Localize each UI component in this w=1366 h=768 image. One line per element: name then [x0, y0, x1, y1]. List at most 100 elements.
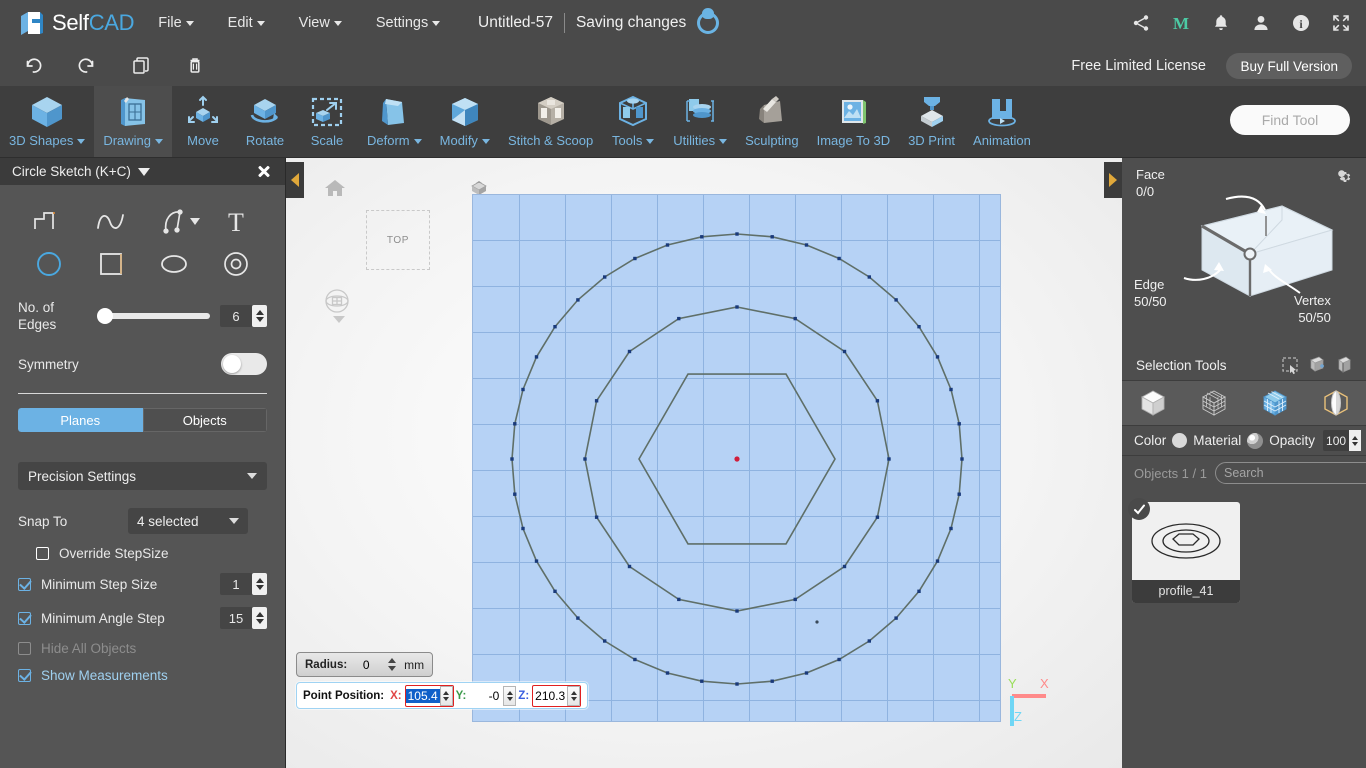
- redo-button[interactable]: [72, 51, 102, 81]
- point-position-y-spinner[interactable]: [503, 685, 517, 706]
- find-tool-search[interactable]: [1230, 105, 1350, 135]
- ribbon-item-3d-shapes[interactable]: 3D Shapes: [0, 86, 94, 157]
- 3d-viewport[interactable]: TOP Radius: 0 mm Point Position: X: 105.…: [286, 158, 1122, 768]
- no-of-edges-slider[interactable]: [97, 308, 210, 324]
- tab-objects[interactable]: Objects: [142, 408, 267, 432]
- copy-button[interactable]: [126, 51, 156, 81]
- undo-button[interactable]: [18, 51, 48, 81]
- minimum-angle-step-input[interactable]: [220, 610, 252, 626]
- point-position-y-field[interactable]: [469, 685, 517, 706]
- ring-sketch-tool[interactable]: [205, 243, 267, 285]
- minimum-angle-step-spinner[interactable]: [252, 607, 267, 629]
- point-position-x-spinner[interactable]: [439, 685, 453, 706]
- precision-settings-dropdown[interactable]: Precision Settings: [18, 462, 267, 490]
- vertex-mode-icon[interactable]: [1193, 383, 1235, 423]
- ribbon-item-utilities[interactable]: Utilities: [664, 86, 736, 157]
- object-card[interactable]: profile_41: [1128, 498, 1240, 603]
- minimum-step-size-spinner[interactable]: [252, 573, 267, 595]
- chevron-down-icon[interactable]: [333, 316, 345, 323]
- user-account-icon[interactable]: [1250, 12, 1272, 34]
- ribbon-item-modify[interactable]: Modify: [431, 86, 499, 157]
- point-position-box[interactable]: Point Position: X: Y: Z:: [296, 682, 589, 709]
- collapse-right-panel-button[interactable]: [1104, 162, 1122, 198]
- freehand-sketch-tool[interactable]: [143, 201, 205, 243]
- slider-knob[interactable]: [97, 308, 113, 324]
- no-of-edges-stepper[interactable]: [220, 305, 267, 327]
- point-position-z-input[interactable]: [533, 688, 568, 703]
- symmetry-toggle[interactable]: [221, 353, 267, 375]
- ribbon-item-tools[interactable]: Tools: [602, 86, 664, 157]
- collapse-left-panel-button[interactable]: [286, 162, 304, 198]
- minimum-step-size-input[interactable]: [220, 576, 252, 592]
- ribbon-item-deform[interactable]: Deform: [358, 86, 431, 157]
- home-view-icon[interactable]: [324, 178, 346, 203]
- document-title[interactable]: Untitled-57: [478, 14, 553, 32]
- circle-sketch-tool[interactable]: [18, 243, 80, 285]
- point-position-y-input[interactable]: [469, 688, 504, 703]
- manifold-m-icon[interactable]: M: [1170, 12, 1192, 34]
- snap-to-select[interactable]: 4 selected: [128, 508, 248, 534]
- ribbon-item-drawing[interactable]: Drawing: [94, 86, 173, 157]
- polyline-sketch-tool[interactable]: [18, 201, 80, 243]
- minimum-angle-step-checkbox[interactable]: [18, 611, 31, 625]
- opacity-stepper[interactable]: [1323, 430, 1362, 451]
- tab-planes[interactable]: Planes: [18, 408, 143, 432]
- buy-full-version-button[interactable]: Buy Full Version: [1226, 53, 1352, 79]
- text-sketch-tool[interactable]: T: [205, 201, 267, 243]
- info-icon[interactable]: i: [1290, 12, 1312, 34]
- no-of-edges-input[interactable]: [220, 308, 252, 324]
- ribbon-item-scale[interactable]: Scale: [296, 86, 358, 157]
- point-position-x-input[interactable]: [405, 688, 440, 703]
- notifications-bell-icon[interactable]: [1210, 12, 1232, 34]
- ribbon-item-3d-print[interactable]: 3D Print: [899, 86, 964, 157]
- spline-sketch-tool[interactable]: [80, 201, 142, 243]
- face-mode-icon[interactable]: [1254, 383, 1296, 423]
- material-swatch-icon[interactable]: [1247, 432, 1264, 449]
- radius-measurement-box[interactable]: Radius: mm: [296, 652, 434, 677]
- opacity-input[interactable]: [1323, 433, 1350, 448]
- objects-search-field[interactable]: [1214, 462, 1366, 484]
- find-tool-input[interactable]: [1230, 105, 1350, 135]
- rectangle-sketch-tool[interactable]: [80, 243, 142, 285]
- point-position-z-spinner[interactable]: [567, 685, 581, 706]
- override-stepsize-checkbox[interactable]: [36, 547, 49, 560]
- select-loop-icon[interactable]: [1332, 353, 1356, 377]
- panel-close-icon[interactable]: [256, 164, 271, 179]
- menu-view[interactable]: View: [289, 9, 352, 37]
- panel-collapse-triangle-icon[interactable]: [137, 167, 150, 176]
- menu-settings[interactable]: Settings: [366, 9, 450, 37]
- show-measurements-checkbox[interactable]: [18, 669, 31, 682]
- point-position-x-field[interactable]: [404, 684, 454, 707]
- no-of-edges-spinner[interactable]: [252, 305, 267, 327]
- ellipse-sketch-tool[interactable]: [143, 243, 205, 285]
- selfcad-logo[interactable]: SelfCAD: [18, 9, 135, 37]
- opacity-spinner[interactable]: [1349, 430, 1362, 451]
- minimum-step-size-stepper[interactable]: [220, 573, 267, 595]
- edge-mode-icon[interactable]: [1315, 383, 1357, 423]
- ribbon-item-stitch-scoop[interactable]: Stitch & Scoop: [499, 86, 602, 157]
- sketch-geometry[interactable]: [472, 194, 1001, 722]
- orbit-navigation-icon[interactable]: [324, 288, 350, 323]
- color-swatch[interactable]: [1172, 433, 1188, 448]
- ribbon-item-rotate[interactable]: Rotate: [234, 86, 296, 157]
- ribbon-item-image-to-3d[interactable]: Image To 3D: [808, 86, 899, 157]
- view-cube[interactable]: TOP: [366, 210, 430, 270]
- radius-input[interactable]: [353, 657, 380, 672]
- radius-spinner[interactable]: [385, 655, 398, 674]
- object-mode-icon[interactable]: [1132, 383, 1174, 423]
- select-through-icon[interactable]: [1305, 353, 1329, 377]
- objects-search-input[interactable]: [1223, 466, 1366, 480]
- menu-edit[interactable]: Edit: [218, 9, 275, 37]
- rectangle-select-icon[interactable]: [1278, 353, 1302, 377]
- point-position-z-field[interactable]: [532, 684, 582, 707]
- chevron-down-icon[interactable]: [189, 218, 200, 225]
- minimum-angle-step-stepper[interactable]: [220, 607, 267, 629]
- minimum-step-size-checkbox[interactable]: [18, 577, 31, 591]
- share-icon[interactable]: [1130, 12, 1152, 34]
- ribbon-item-sculpting[interactable]: Sculpting: [736, 86, 807, 157]
- object-selected-check-icon[interactable]: [1128, 498, 1150, 520]
- fullscreen-icon[interactable]: [1330, 12, 1352, 34]
- delete-button[interactable]: [180, 51, 210, 81]
- ribbon-item-animation[interactable]: Animation: [964, 86, 1040, 157]
- menu-file[interactable]: File: [148, 9, 203, 37]
